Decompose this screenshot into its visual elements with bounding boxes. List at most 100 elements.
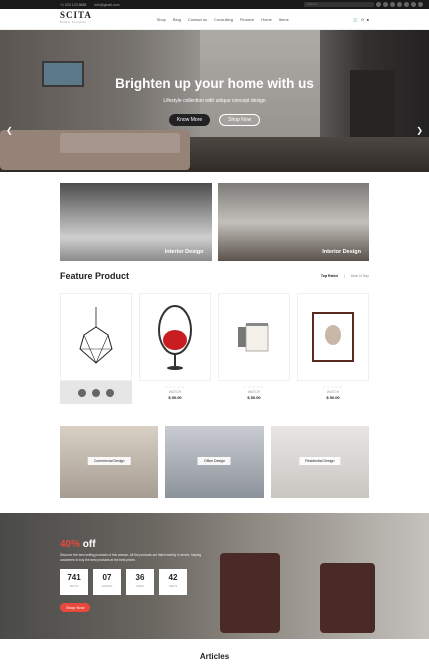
product-actions	[60, 381, 132, 404]
prev-arrow-icon[interactable]: ❮	[6, 126, 13, 135]
feature-tabs: Top Rated | Deal of Day	[321, 274, 369, 278]
hero-buttons: Know More Shop Now	[0, 114, 429, 126]
category-commercial[interactable]: Commercial Design	[60, 426, 159, 498]
countdown-mins: 36 MINS	[126, 569, 154, 595]
nav-item-finance[interactable]: Finance	[240, 17, 254, 22]
compare-icon[interactable]	[106, 388, 114, 397]
product-image[interactable]	[297, 293, 369, 381]
linkedin-icon[interactable]	[404, 2, 409, 7]
category-label: Commercial Design	[87, 457, 131, 465]
product-name: WATCH	[168, 390, 182, 394]
countdown-days: 741 DAYS	[60, 569, 88, 595]
rating-stars: ☆☆☆☆☆	[322, 385, 344, 389]
product-name: WATCH	[326, 390, 340, 394]
product-image[interactable]	[139, 293, 211, 381]
countdown-secs: 42 SECS	[159, 569, 187, 595]
countdown-hours: 07 HOURS	[93, 569, 121, 595]
countdown-unit: DAYS	[70, 584, 78, 588]
rating-stars: ☆☆☆☆☆	[243, 385, 265, 389]
topbar-right: Search...	[304, 2, 423, 7]
countdown-unit: HOURS	[101, 584, 113, 588]
promo-chair	[320, 563, 375, 633]
tab-top-rated[interactable]: Top Rated	[321, 274, 338, 278]
product-grid: ☆☆☆☆☆ WATCH $ 50.00 ☆☆☆☆☆ WATCH $ 50.00 …	[60, 293, 369, 405]
articles-title: Articles	[199, 652, 230, 661]
search-input[interactable]: Search...	[304, 2, 374, 7]
category-residential[interactable]: Residential Design	[270, 426, 369, 498]
promo-discount: 40%	[60, 539, 81, 550]
nav-item-items[interactable]: Items	[279, 17, 289, 22]
hero-subtitle: Lifestyle collection with unique concept…	[163, 98, 266, 104]
interior-banner-1[interactable]: Interior Design	[60, 183, 212, 261]
nav-item-home[interactable]: Home	[261, 17, 272, 22]
top-bar: +1 023 123 8888 info@gmail.com Search...	[0, 0, 429, 9]
product-price: $ 50.00	[168, 395, 182, 400]
tab-divider: |	[343, 274, 345, 278]
hero-title: Brighten up your home with us	[115, 76, 314, 91]
user-icon[interactable]: ●	[367, 17, 369, 22]
category-office[interactable]: Office Design	[165, 426, 264, 498]
product-price: $ 50.00	[247, 395, 261, 400]
pinterest-icon[interactable]	[397, 2, 402, 7]
facebook-icon[interactable]	[376, 2, 381, 7]
countdown-unit: SECS	[168, 584, 178, 588]
cart-icon[interactable]: 🛒	[353, 17, 358, 22]
nav-item-blog[interactable]: Blog	[173, 17, 181, 22]
twitter-icon[interactable]	[383, 2, 388, 7]
logo-subtext: Simple Furniture	[60, 21, 87, 24]
tab-deal-of-day[interactable]: Deal of Day	[351, 274, 369, 278]
rating-stars: ☆☆☆☆☆	[164, 385, 186, 389]
countdown-value: 36	[135, 573, 145, 582]
product-card[interactable]: ☆☆☆☆☆ WATCH $ 50.00	[218, 293, 290, 405]
product-image[interactable]	[60, 293, 132, 381]
promo-chair	[220, 553, 280, 633]
wall-lamp-image	[238, 323, 269, 352]
product-card[interactable]: ☆☆☆☆☆ WATCH $ 50.00	[139, 293, 211, 405]
site-logo[interactable]: SCITA Simple Furniture	[60, 11, 92, 26]
wall-frame-image	[312, 312, 354, 362]
quick-view-icon[interactable]	[78, 388, 86, 397]
nav-item-shop[interactable]: Shop	[157, 17, 166, 22]
promo-shop-button[interactable]: Shop Now	[60, 603, 91, 612]
countdown-value: 741	[67, 573, 81, 582]
banner-row: Interior Design Interior Design	[60, 183, 369, 261]
nav-item-consulting[interactable]: Consulting	[214, 17, 233, 22]
wishlist-icon[interactable]	[92, 388, 100, 397]
product-image[interactable]	[218, 293, 290, 381]
category-label: Office Design	[198, 457, 231, 465]
know-more-button[interactable]: Know More	[168, 114, 211, 126]
promo-off: off	[82, 539, 96, 550]
next-arrow-icon[interactable]: ❯	[416, 126, 423, 135]
shop-now-button[interactable]: Shop Now	[219, 114, 261, 126]
contact-info: +1 023 123 8888 info@gmail.com	[60, 3, 120, 7]
banner-caption: Interior Design	[164, 249, 204, 255]
email-text: info@gmail.com	[94, 2, 120, 7]
feature-title: Feature Product	[60, 271, 130, 281]
phone-text: +1 023 123 8888	[60, 2, 87, 7]
youtube-icon[interactable]	[418, 2, 423, 7]
google-plus-icon[interactable]	[390, 2, 395, 7]
category-row: Commercial Design Office Design Resident…	[60, 426, 369, 498]
countdown: 741 DAYS 07 HOURS 36 MINS 42 SECS	[60, 569, 187, 595]
instagram-icon[interactable]	[411, 2, 416, 7]
product-name: WATCH	[247, 390, 261, 394]
product-price: $ 50.00	[326, 395, 340, 400]
product-card[interactable]	[60, 293, 132, 405]
pendant-lamp-image	[79, 307, 113, 364]
countdown-unit: MINS	[136, 584, 144, 588]
countdown-value: 42	[168, 573, 178, 582]
nav-item-contact[interactable]: Contact us	[188, 17, 207, 22]
product-card[interactable]: ☆☆☆☆☆ WATCH $ 50.00	[297, 293, 369, 405]
banner-caption: Interior Design	[322, 249, 361, 255]
main-nav: Shop Blog Contact us Consulting Finance …	[157, 17, 289, 22]
feature-header: Feature Product Top Rated | Deal of Day	[60, 271, 369, 281]
promo-title: 40% off	[60, 539, 96, 550]
promo-text: Discover the best selling products of th…	[60, 553, 202, 562]
egg-chair-image	[158, 305, 192, 370]
promo-section: 40% off Discover the best selling produc…	[0, 513, 429, 639]
interior-banner-2[interactable]: Interior Design	[217, 183, 369, 261]
cart-count: 0	[361, 16, 364, 22]
header-actions: 🛒 0 ●	[353, 17, 369, 22]
countdown-value: 07	[102, 573, 112, 582]
main-header: SCITA Simple Furniture Shop Blog Contact…	[0, 9, 429, 30]
